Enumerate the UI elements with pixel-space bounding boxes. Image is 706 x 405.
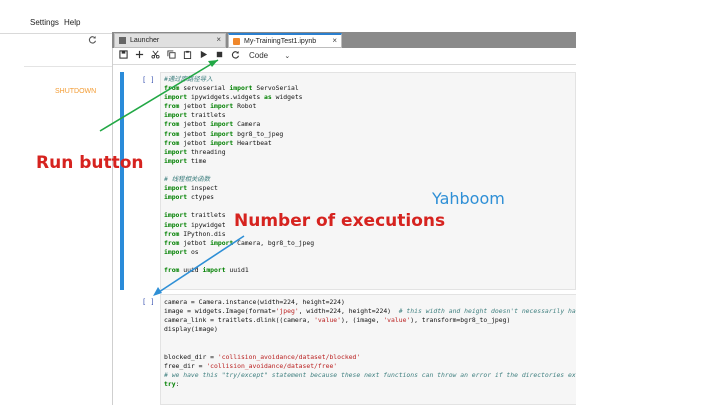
annotation-arrows [99, 59, 245, 296]
annotation-number-of-executions: Number of executions [234, 211, 446, 231]
executions-arrow [155, 235, 245, 295]
watermark: Yahboom [432, 189, 505, 208]
executions-arrowhead [153, 287, 162, 296]
annotation-run-button: Run button [36, 153, 144, 173]
run-button-arrow [99, 59, 219, 132]
